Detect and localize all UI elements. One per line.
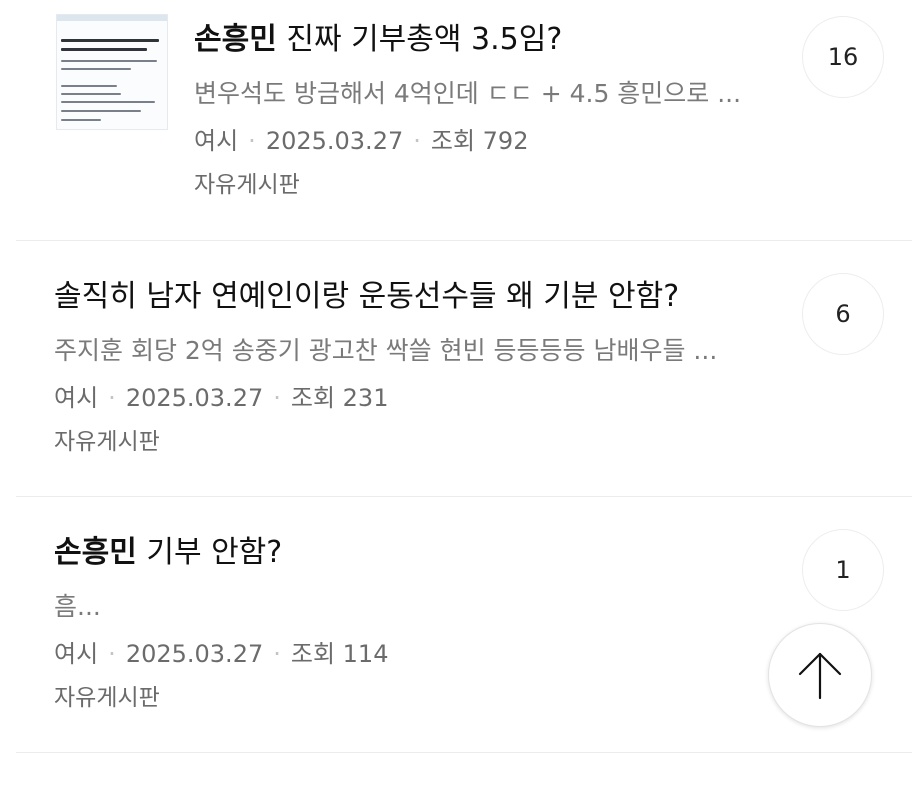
post-author: 여시 (54, 640, 99, 668)
post-excerpt: 흠... (54, 592, 101, 621)
post-author: 여시 (54, 384, 99, 412)
post-item[interactable]: 손흥민 진짜 기부총액 3.5임? 변우석도 방금해서 4억인데 ㄷㄷ + 4.… (16, 0, 912, 241)
post-meta: 여시 · 2025.03.27 · 조회 792 (194, 124, 754, 158)
post-content: 손흥민 진짜 기부총액 3.5임? 변우석도 방금해서 4억인데 ㄷㄷ + 4.… (194, 18, 754, 202)
comment-count-badge[interactable]: 1 (802, 529, 884, 611)
post-meta: 여시 · 2025.03.27 · 조회 231 (54, 381, 754, 415)
scroll-to-top-button[interactable] (768, 623, 872, 727)
post-views: 조회 231 (290, 384, 389, 412)
post-author: 여시 (194, 127, 239, 155)
title-text: 솔직히 남자 연예인이랑 운동선수들 왜 기분 안함? (54, 279, 680, 314)
post-meta: 여시 · 2025.03.27 · 조회 114 (54, 637, 754, 671)
separator-dot: · (273, 384, 281, 412)
post-date: 2025.03.27 (125, 384, 264, 412)
post-item[interactable]: 손흥민 기부 안함? 흠... 여시 · 2025.03.27 · 조회 114 자유게… (16, 497, 912, 753)
comment-count-badge[interactable]: 16 (802, 16, 884, 98)
post-date: 2025.03.27 (125, 640, 264, 668)
post-date: 2025.03.27 (265, 127, 404, 155)
post-content: 솔직히 남자 연예인이랑 운동선수들 왜 기분 안함? 주지훈 회당 2억 송중… (54, 275, 754, 459)
post-board: 자유게시판 (194, 172, 300, 198)
separator-dot: · (108, 384, 116, 412)
title-text: 기부 안함? (136, 535, 283, 570)
title-highlight: 손흥민 (54, 535, 137, 570)
post-thumbnail[interactable] (56, 14, 168, 130)
separator-dot: · (108, 640, 116, 668)
post-title[interactable]: 손흥민 기부 안함? (54, 531, 754, 575)
post-board: 자유게시판 (54, 685, 160, 711)
separator-dot: · (413, 127, 421, 155)
separator-dot: · (273, 640, 281, 668)
post-title[interactable]: 손흥민 진짜 기부총액 3.5임? (194, 18, 754, 62)
post-views: 조회 114 (290, 640, 389, 668)
post-content: 손흥민 기부 안함? 흠... 여시 · 2025.03.27 · 조회 114 자유게… (54, 531, 754, 715)
separator-dot: · (248, 127, 256, 155)
post-excerpt: 주지훈 회당 2억 송중기 광고찬 싹쓸 현빈 등등등등 남배우들 ... (54, 336, 718, 365)
arrow-up-icon (798, 652, 842, 700)
title-highlight: 손흥민 (194, 22, 277, 57)
comment-count-badge[interactable]: 6 (802, 273, 884, 355)
post-board: 자유게시판 (54, 429, 160, 455)
post-views: 조회 792 (430, 127, 529, 155)
post-excerpt: 변우석도 방금해서 4억인데 ㄷㄷ + 4.5 흥민으로 ... (194, 79, 742, 108)
title-text: 진짜 기부총액 3.5임? (276, 22, 563, 57)
post-title[interactable]: 솔직히 남자 연예인이랑 운동선수들 왜 기분 안함? (54, 275, 754, 319)
post-item[interactable]: 솔직히 남자 연예인이랑 운동선수들 왜 기분 안함? 주지훈 회당 2억 송중… (16, 241, 912, 497)
